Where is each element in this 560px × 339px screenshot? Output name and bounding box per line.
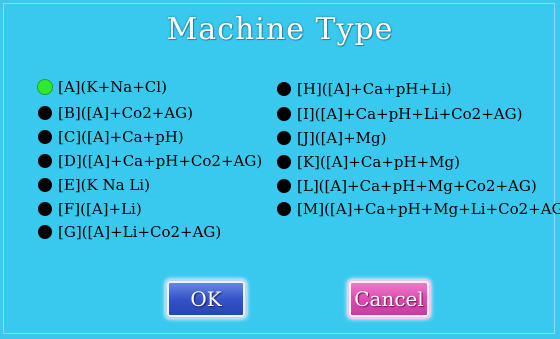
option-label: [G]([A]+Li+Co2+AG) bbox=[58, 223, 222, 241]
option-label: [M]([A]+Ca+pH+Mg+Li+Co2+AG) bbox=[297, 200, 560, 218]
option-a[interactable]: [A](K+Na+Cl) bbox=[38, 76, 167, 98]
option-i[interactable]: [I]([A]+Ca+pH+Li+Co2+AG) bbox=[277, 103, 522, 125]
radio-icon bbox=[38, 106, 52, 120]
option-label: [L]([A]+Ca+pH+Mg+Co2+AG) bbox=[297, 177, 537, 195]
option-label: [F]([A]+Li) bbox=[58, 200, 142, 218]
option-d[interactable]: [D]([A]+Ca+pH+Co2+AG) bbox=[38, 150, 262, 172]
ok-button[interactable]: OK bbox=[165, 279, 247, 319]
radio-icon bbox=[277, 155, 291, 169]
option-label: [K]([A]+Ca+pH+Mg) bbox=[297, 153, 460, 171]
radio-icon bbox=[38, 178, 52, 192]
radio-icon bbox=[277, 179, 291, 193]
option-label: [A](K+Na+Cl) bbox=[58, 78, 167, 96]
option-j[interactable]: [J]([A]+Mg) bbox=[277, 127, 387, 149]
option-label: [C]([A]+Ca+pH) bbox=[58, 128, 184, 146]
option-e[interactable]: [E](K Na Li) bbox=[38, 174, 150, 196]
option-f[interactable]: [F]([A]+Li) bbox=[38, 198, 142, 220]
radio-icon bbox=[38, 80, 52, 94]
cancel-button[interactable]: Cancel bbox=[347, 279, 431, 319]
option-label: [B]([A]+Co2+AG) bbox=[58, 104, 193, 122]
radio-icon bbox=[38, 130, 52, 144]
radio-icon bbox=[277, 131, 291, 145]
option-label: [D]([A]+Ca+pH+Co2+AG) bbox=[58, 152, 263, 170]
option-k[interactable]: [K]([A]+Ca+pH+Mg) bbox=[277, 151, 460, 173]
option-label: [E](K Na Li) bbox=[58, 176, 150, 194]
dialog-title: Machine Type bbox=[166, 12, 394, 47]
option-label: [H]([A]+Ca+pH+Li) bbox=[297, 80, 452, 98]
option-b[interactable]: [B]([A]+Co2+AG) bbox=[38, 102, 193, 124]
option-label: [J]([A]+Mg) bbox=[297, 129, 387, 147]
radio-icon bbox=[38, 154, 52, 168]
radio-icon bbox=[277, 82, 291, 96]
radio-icon bbox=[38, 225, 52, 239]
option-label: [I]([A]+Ca+pH+Li+Co2+AG) bbox=[297, 105, 523, 123]
option-g[interactable]: [G]([A]+Li+Co2+AG) bbox=[38, 221, 221, 243]
option-h[interactable]: [H]([A]+Ca+pH+Li) bbox=[277, 78, 452, 100]
radio-icon bbox=[277, 202, 291, 216]
radio-icon bbox=[38, 202, 52, 216]
option-c[interactable]: [C]([A]+Ca+pH) bbox=[38, 126, 184, 148]
radio-icon bbox=[277, 107, 291, 121]
option-m[interactable]: [M]([A]+Ca+pH+Mg+Li+Co2+AG) bbox=[277, 198, 560, 220]
option-l[interactable]: [L]([A]+Ca+pH+Mg+Co2+AG) bbox=[277, 175, 537, 197]
